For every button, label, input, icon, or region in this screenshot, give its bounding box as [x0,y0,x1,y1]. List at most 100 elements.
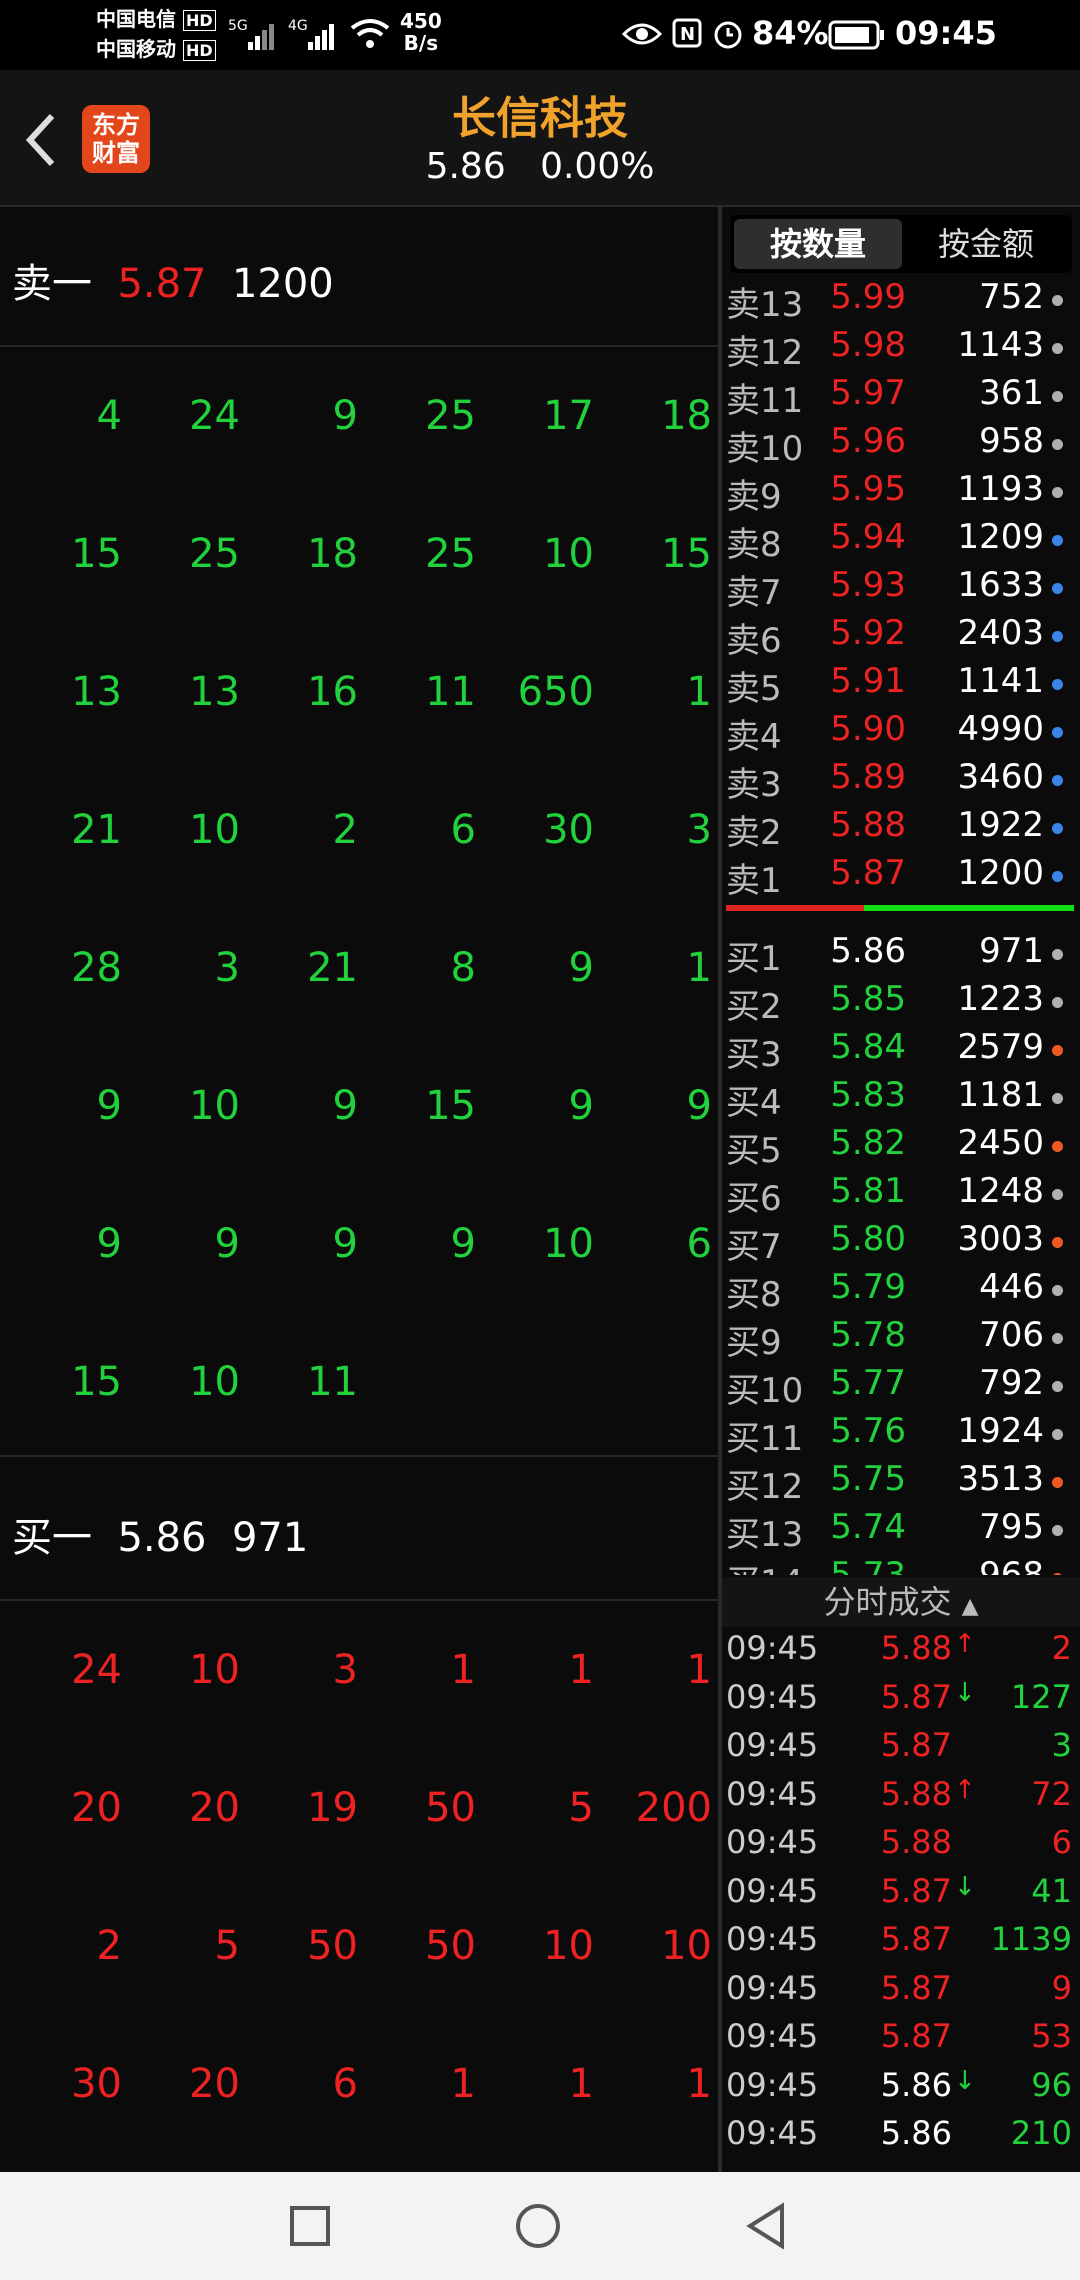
stock-change: 0.00% [540,146,655,187]
back-nav-button[interactable] [742,2202,790,2250]
order-book-row[interactable]: 买14 5.73 968 [722,1555,1080,1575]
order-size-cell: 6 [686,1221,712,1267]
order-book-row[interactable]: 买8 5.79 446 [722,1267,1080,1315]
trade-price: 5.88 [880,1823,952,1861]
order-size-cell: 18 [307,531,358,577]
buy-one-header: 买一 5.86 971 [12,1515,309,1561]
trade-volume: 127 [1010,1677,1072,1716]
order-book-row[interactable]: 买9 5.78 706 [722,1315,1080,1363]
order-book-row[interactable]: 卖3 5.89 3460 [722,757,1080,805]
trade-row: 09:45 5.86 ↓ 96 [722,2066,1080,2114]
order-book-row[interactable]: 卖7 5.93 1633 [722,565,1080,613]
order-book-row[interactable]: 卖13 5.99 752 [722,277,1080,325]
carrier-2: 中国移动 HD [96,38,216,62]
order-book-row[interactable]: 买2 5.85 1223 [722,979,1080,1027]
order-book-row[interactable]: 买11 5.76 1924 [722,1411,1080,1459]
order-book-row[interactable]: 卖9 5.95 1193 [722,469,1080,517]
order-size-cell: 9 [332,1221,358,1267]
trade-price: 5.87 [880,2017,952,2055]
order-size-cell: 1 [568,2061,594,2107]
level-volume: 971 [979,931,1044,971]
order-size-cell: 24 [189,393,240,439]
level-price: 5.76 [830,1411,906,1451]
order-book-row[interactable]: 买5 5.82 2450 [722,1123,1080,1171]
trade-volume: 1139 [990,1920,1072,1958]
bid-ratio [864,905,1074,911]
order-book-row[interactable]: 买7 5.80 3003 [722,1219,1080,1267]
order-size-cell: 10 [543,531,594,577]
order-book-row[interactable]: 买1 5.86 971 [722,931,1080,979]
level-volume: 2403 [957,613,1044,653]
order-size-cell: 19 [307,1785,358,1831]
level-price: 5.73 [830,1555,906,1575]
order-book-row[interactable]: 买4 5.83 1181 [722,1075,1080,1123]
order-book-row[interactable]: 卖10 5.96 958 [722,421,1080,469]
order-size-cell: 10 [543,1923,594,1969]
order-size-cell: 10 [661,1923,712,1969]
level-volume: 1922 [957,805,1044,845]
level-label: 卖8 [726,525,782,565]
order-book-row[interactable]: 卖1 5.87 1200 [722,853,1080,901]
trade-price: 5.87 [880,1920,952,1958]
home-icon [516,2204,560,2248]
order-book-row[interactable]: 卖6 5.92 2403 [722,613,1080,661]
trade-time: 09:45 [726,1968,819,2007]
order-size-cell: 1 [686,669,712,715]
trade-time: 09:45 [726,1823,819,1861]
trade-row: 09:45 5.88 6 [722,1823,1080,1871]
order-size-cell: 9 [568,945,594,991]
trade-direction-icon: ↓ [954,1871,976,1902]
order-size-cell: 17 [543,393,594,439]
level-price: 5.78 [830,1315,906,1355]
level-dot-icon [1052,439,1063,450]
order-size-cell: 10 [189,807,240,853]
svg-text:N: N [680,24,695,45]
tab-by-quantity[interactable]: 按数量 [734,219,902,269]
order-book-row[interactable]: 卖12 5.98 1143 [722,325,1080,373]
trade-time: 09:45 [726,2114,819,2152]
level-price: 5.79 [830,1267,906,1307]
order-book-row[interactable]: 卖11 5.97 361 [722,373,1080,421]
level-volume: 1924 [957,1411,1044,1451]
battery-percent: 84% [752,14,829,52]
bid-list-viewport[interactable]: 买1 5.86 971 买2 5.85 1223 买3 5.84 2579 买4 5.83 1181 买… [722,915,1080,1575]
level-volume: 1200 [957,853,1044,893]
order-book-row[interactable]: 卖8 5.94 1209 [722,517,1080,565]
trade-time: 09:45 [726,1920,819,1958]
level-label: 买6 [726,1179,782,1219]
order-size-cell: 24 [71,1647,122,1693]
order-book-row[interactable]: 买3 5.84 2579 [722,1027,1080,1075]
order-size-cell: 1 [686,945,712,991]
order-book-row[interactable]: 卖4 5.90 4990 [722,709,1080,757]
trade-price: 5.88 [880,1629,952,1667]
trade-row: 09:45 5.86 210 [722,2114,1080,2162]
level-price: 5.86 [830,931,906,971]
trade-time: 09:45 [726,1871,819,1910]
level-volume: 3513 [957,1459,1044,1499]
battery-icon [828,20,886,54]
level-label: 买9 [726,1323,782,1363]
trades-header[interactable]: 分时成交 ▲ [722,1577,1080,1627]
order-size-cell: 9 [96,1221,122,1267]
level-volume: 1248 [957,1171,1044,1211]
sell-one-header: 卖一 5.87 1200 [12,261,334,307]
recent-apps-button[interactable] [286,2202,334,2250]
order-book-row[interactable]: 卖2 5.88 1922 [722,805,1080,853]
order-book-row[interactable]: 买10 5.77 792 [722,1363,1080,1411]
order-book-row[interactable]: 买12 5.75 3513 [722,1459,1080,1507]
level-label: 卖5 [726,669,782,709]
order-book-row[interactable]: 买13 5.74 795 [722,1507,1080,1555]
order-book-row[interactable]: 买6 5.81 1248 [722,1171,1080,1219]
order-size-cell: 11 [425,669,476,715]
trade-volume: 41 [1031,1871,1072,1910]
home-button[interactable] [514,2202,562,2250]
trade-price: 5.86 [880,2065,952,2104]
trade-time: 09:45 [726,1726,819,1764]
level-label: 卖10 [726,429,804,469]
order-size-cell: 2 [332,807,358,853]
level-dot-icon [1052,1141,1063,1152]
bid-ask-ratio-bar [726,905,1074,911]
order-book-row[interactable]: 卖5 5.91 1141 [722,661,1080,709]
tab-by-amount[interactable]: 按金额 [902,219,1070,269]
order-queue-panel[interactable]: 卖一 5.87 1200 4 24 9 25 17 18 15 25 18 25 10 15 13 13 1… [0,207,718,2172]
